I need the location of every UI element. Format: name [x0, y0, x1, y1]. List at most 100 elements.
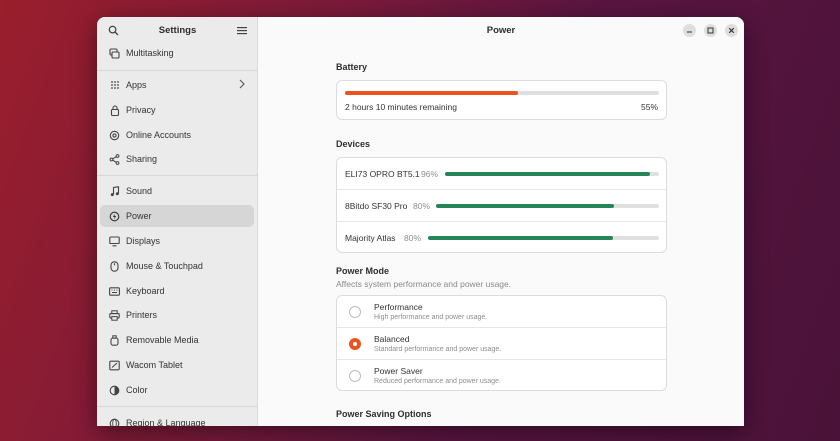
search-icon[interactable] — [106, 24, 120, 38]
device-level-fill — [428, 236, 613, 240]
sidebar-title: Settings — [158, 25, 197, 36]
sidebar-item-sharing[interactable]: Sharing — [100, 148, 254, 170]
color-icon — [109, 385, 120, 396]
page-title: Power — [486, 25, 516, 36]
main-panel: Power Battery 2 hours 10 minutes remaini… — [258, 17, 744, 426]
apps-grid-icon — [109, 80, 120, 91]
device-name: 8Bitdo SF30 Pro — [345, 201, 408, 211]
devices-card: ELI73 OPRO BT5.1 96% 8Bitdo SF30 Pro 80%… — [336, 157, 667, 253]
share-icon — [109, 153, 120, 165]
power-mode-card: Performance High performance and power u… — [336, 295, 667, 391]
music-note-icon — [109, 185, 120, 197]
sidebar-item-mouse-touchpad[interactable]: Mouse & Touchpad — [100, 255, 254, 277]
power-mode-option-balanced[interactable]: Balanced Standard performance and power … — [337, 328, 666, 360]
device-level-bar — [436, 204, 659, 208]
sidebar-item-label: Color — [126, 385, 148, 395]
sidebar-item-label: Region & Language — [126, 418, 206, 426]
device-level-bar — [445, 172, 659, 176]
device-name: ELI73 OPRO BT5.1 — [345, 169, 420, 179]
sidebar-item-sound[interactable]: Sound — [100, 180, 254, 202]
menu-icon[interactable] — [235, 24, 249, 38]
sidebar-item-privacy[interactable]: Privacy — [100, 99, 254, 121]
sidebar-item-label: Wacom Tablet — [126, 360, 183, 370]
device-row: 8Bitdo SF30 Pro 80% — [337, 190, 666, 222]
device-level-fill — [445, 172, 651, 176]
battery-remaining-text: 2 hours 10 minutes remaining — [345, 102, 457, 112]
sidebar-item-label: Printers — [126, 310, 158, 320]
main-header: Power — [258, 17, 744, 44]
close-icon — [728, 27, 735, 34]
sidebar-item-online-accounts[interactable]: Online Accounts — [100, 124, 254, 146]
sidebar-item-region-language[interactable]: Region & Language — [100, 412, 254, 426]
removable-media-icon — [109, 334, 120, 346]
power-saving-section-title: Power Saving Options — [336, 409, 432, 419]
sidebar-item-label: Power — [126, 211, 152, 221]
battery-percent: 55% — [640, 102, 658, 112]
device-percent: 80% — [413, 201, 431, 211]
option-title: Performance — [374, 302, 423, 312]
sidebar-item-color[interactable]: Color — [100, 379, 254, 401]
option-description: Standard performance and power usage. — [374, 346, 502, 353]
sidebar-item-label: Apps — [126, 80, 147, 90]
sidebar: Settings Multitasking Apps Privacy Onlin… — [97, 17, 258, 426]
monitor-icon — [109, 235, 120, 247]
sidebar-item-keyboard[interactable]: Keyboard — [100, 280, 254, 302]
battery-section-title: Battery — [336, 62, 368, 72]
sidebar-item-label: Removable Media — [126, 335, 199, 345]
power-icon — [109, 211, 120, 222]
sidebar-item-label: Online Accounts — [126, 130, 192, 140]
power-mode-option-power-saver[interactable]: Power Saver Reduced performance and powe… — [337, 360, 666, 390]
power-mode-option-performance[interactable]: Performance High performance and power u… — [337, 296, 666, 328]
sidebar-divider — [97, 406, 257, 407]
sidebar-item-multitasking[interactable]: Multitasking — [100, 42, 254, 64]
tablet-icon — [109, 360, 120, 371]
sidebar-item-label: Displays — [126, 236, 161, 246]
sidebar-item-wacom-tablet[interactable]: Wacom Tablet — [100, 354, 254, 376]
minimize-button[interactable] — [683, 24, 696, 37]
sidebar-item-label: Sharing — [126, 154, 158, 164]
maximize-icon — [707, 27, 714, 34]
maximize-button[interactable] — [704, 24, 717, 37]
multitasking-icon — [109, 47, 120, 59]
device-level-fill — [436, 204, 615, 208]
lock-icon — [109, 104, 120, 116]
sidebar-item-printers[interactable]: Printers — [100, 304, 254, 326]
device-percent: 80% — [404, 233, 422, 243]
sidebar-item-label: Sound — [126, 186, 153, 196]
performance-radio[interactable] — [349, 306, 361, 318]
sidebar-divider — [97, 175, 257, 176]
keyboard-icon — [109, 286, 120, 297]
balanced-radio[interactable] — [349, 338, 361, 350]
devices-section-title: Devices — [336, 139, 371, 149]
sidebar-item-displays[interactable]: Displays — [100, 230, 254, 252]
chevron-right-icon — [239, 79, 245, 91]
globe-icon — [109, 418, 120, 426]
sidebar-header: Settings — [97, 17, 257, 44]
option-title: Power Saver — [374, 366, 423, 376]
sidebar-item-label: Mouse & Touchpad — [126, 261, 203, 271]
power-saver-radio[interactable] — [349, 370, 361, 382]
battery-level-fill — [345, 91, 518, 95]
device-row: ELI73 OPRO BT5.1 96% — [337, 158, 666, 190]
sidebar-item-label: Privacy — [126, 105, 156, 115]
sidebar-item-power[interactable]: Power — [100, 205, 254, 227]
device-percent: 96% — [421, 169, 439, 179]
device-name: Majority Atlas — [345, 233, 396, 243]
settings-window: Settings Multitasking Apps Privacy Onlin… — [97, 17, 744, 426]
option-description: High performance and power usage. — [374, 314, 488, 321]
power-mode-subtitle: Affects system performance and power usa… — [336, 279, 512, 289]
sidebar-divider — [97, 70, 257, 71]
sidebar-item-label: Multitasking — [126, 48, 174, 58]
device-level-bar — [428, 236, 659, 240]
sidebar-item-removable-media[interactable]: Removable Media — [100, 329, 254, 351]
close-button[interactable] — [725, 24, 738, 37]
option-title: Balanced — [374, 334, 410, 344]
battery-level-bar — [345, 91, 659, 95]
option-description: Reduced performance and power usage. — [374, 378, 501, 385]
mouse-icon — [109, 260, 120, 272]
online-accounts-icon — [109, 130, 120, 141]
sidebar-item-apps[interactable]: Apps — [100, 74, 254, 96]
battery-card: 2 hours 10 minutes remaining 55% — [336, 80, 667, 120]
minimize-icon — [687, 31, 692, 33]
printer-icon — [109, 309, 120, 321]
